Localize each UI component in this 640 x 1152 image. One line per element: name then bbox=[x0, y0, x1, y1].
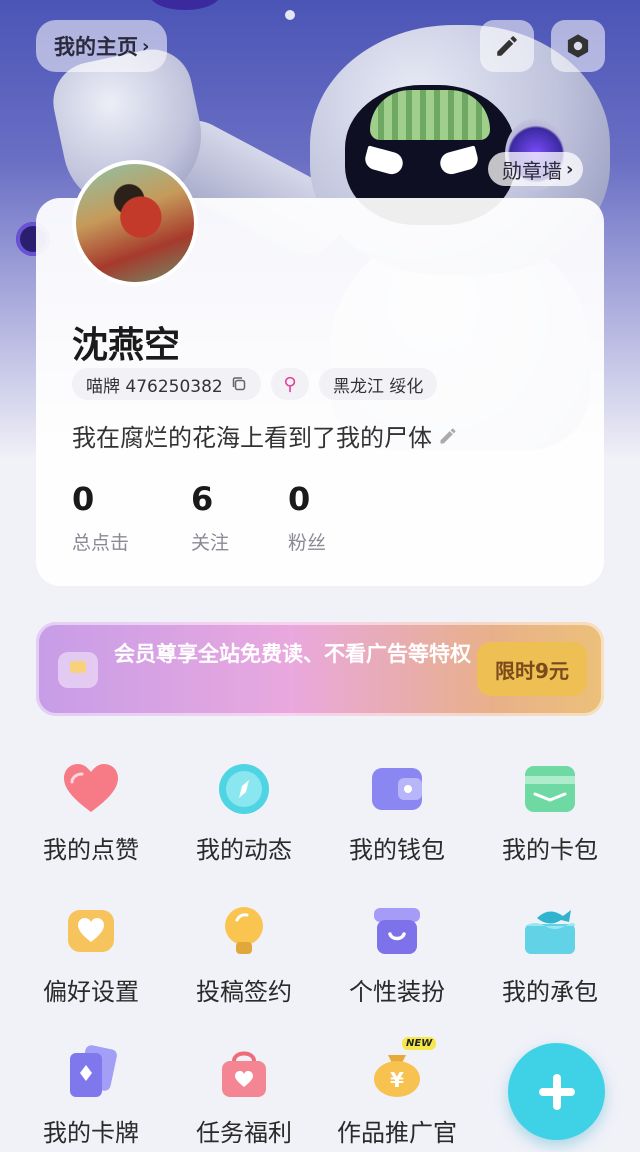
medal-wall-button[interactable]: 勋章墙 › bbox=[488, 152, 584, 186]
menu-item-personal-dressup[interactable]: 个性装扮 bbox=[327, 904, 467, 1007]
copy-icon[interactable] bbox=[231, 376, 247, 392]
bio[interactable]: 我在腐烂的花海上看到了我的尸体 bbox=[72, 418, 458, 453]
menu-item-label: 我的卡包 bbox=[502, 836, 598, 864]
menu-item-label: 投稿签约 bbox=[196, 978, 292, 1006]
menu-item-my-contracts[interactable]: 我的承包 bbox=[480, 904, 620, 1007]
plus-icon bbox=[538, 1073, 575, 1110]
stat-label: 总点击 bbox=[72, 532, 130, 554]
svg-text:¥: ¥ bbox=[390, 1068, 404, 1092]
my-homepage-button[interactable]: 我的主页 › bbox=[36, 20, 168, 72]
vip-promo-text: 会员尊享全站免费读、不看广告等特权 bbox=[114, 642, 471, 666]
playing-card-icon bbox=[62, 1045, 120, 1099]
menu-item-my-card-pack[interactable]: 我的卡包 bbox=[480, 762, 620, 865]
avatar[interactable] bbox=[72, 160, 198, 286]
new-badge: NEW bbox=[402, 1037, 437, 1050]
my-homepage-label: 我的主页 bbox=[54, 35, 138, 59]
vip-crown-icon bbox=[58, 652, 98, 688]
stat-value: 0 bbox=[72, 480, 95, 518]
user-id-chip[interactable]: 喵牌 476250382 bbox=[72, 368, 261, 400]
location-text: 黑龙江 绥化 bbox=[333, 376, 424, 397]
settings-button[interactable] bbox=[551, 20, 605, 72]
chevron-right-icon: › bbox=[566, 158, 574, 180]
female-icon: ⚲ bbox=[283, 373, 297, 395]
user-id-text: 喵牌 476250382 bbox=[86, 376, 223, 397]
menu-item-label: 我的承包 bbox=[502, 978, 598, 1006]
menu-item-label: 偏好设置 bbox=[43, 978, 139, 1006]
stat-total-clicks[interactable]: 0 总点击 bbox=[72, 480, 129, 555]
menu-item-my-wallet[interactable]: 我的钱包 bbox=[327, 762, 467, 865]
stat-value: 6 bbox=[191, 480, 214, 518]
wallet-icon bbox=[368, 762, 426, 816]
stat-label: 关注 bbox=[191, 532, 230, 554]
menu-item-label: 个性装扮 bbox=[349, 978, 445, 1006]
vip-banner[interactable]: 会员尊享全站免费读、不看广告等特权 限时9元 bbox=[36, 622, 604, 716]
gift-bag-icon bbox=[215, 1045, 273, 1099]
gender-chip: ⚲ bbox=[271, 368, 309, 400]
add-button[interactable] bbox=[508, 1043, 605, 1140]
heart-icon bbox=[62, 762, 120, 816]
menu-item-my-posts[interactable]: 我的动态 bbox=[174, 762, 314, 865]
menu-item-submission-contract[interactable]: 投稿签约 bbox=[174, 904, 314, 1007]
menu-item-preferences[interactable]: 偏好设置 bbox=[21, 904, 161, 1007]
edit-profile-button[interactable] bbox=[480, 20, 534, 72]
username: 沈燕空 bbox=[72, 325, 181, 366]
pencil-icon[interactable] bbox=[438, 426, 458, 446]
planet-decoration bbox=[150, 0, 220, 10]
menu-item-work-promoter[interactable]: ¥ NEW 作品推广官 bbox=[327, 1037, 467, 1148]
money-bag-icon: ¥ NEW bbox=[368, 1037, 437, 1099]
chevron-right-icon: › bbox=[142, 35, 150, 57]
menu-item-my-likes[interactable]: 我的点赞 bbox=[21, 762, 161, 865]
pencil-icon bbox=[497, 36, 517, 56]
location-chip: 黑龙江 绥化 bbox=[319, 368, 438, 400]
gear-icon bbox=[567, 34, 589, 58]
lightbulb-icon bbox=[215, 904, 273, 958]
menu-item-task-rewards[interactable]: 任务福利 bbox=[174, 1045, 314, 1148]
compass-icon bbox=[215, 762, 273, 816]
astronaut-hair bbox=[370, 90, 490, 140]
stat-value: 0 bbox=[288, 480, 311, 518]
medal-wall-label: 勋章墙 bbox=[502, 158, 562, 183]
stat-following[interactable]: 6 关注 bbox=[191, 480, 229, 555]
menu-item-label: 我的钱包 bbox=[349, 836, 445, 864]
bio-text: 我在腐烂的花海上看到了我的尸体 bbox=[72, 424, 432, 452]
card-pack-icon bbox=[521, 762, 579, 816]
shop-icon bbox=[368, 904, 426, 958]
vip-limited-offer-button[interactable]: 限时9元 bbox=[477, 642, 587, 696]
menu-item-my-cards[interactable]: 我的卡牌 bbox=[21, 1045, 161, 1148]
stat-label: 粉丝 bbox=[288, 532, 327, 554]
preference-icon bbox=[62, 904, 120, 958]
menu-item-label: 我的卡牌 bbox=[43, 1119, 139, 1147]
star-decoration bbox=[285, 10, 295, 20]
menu-item-label: 作品推广官 bbox=[337, 1119, 457, 1147]
menu-item-label: 我的点赞 bbox=[43, 836, 139, 864]
menu-item-label: 任务福利 bbox=[196, 1119, 292, 1147]
menu-item-label: 我的动态 bbox=[196, 836, 292, 864]
fish-tank-icon bbox=[521, 904, 579, 958]
stat-followers[interactable]: 0 粉丝 bbox=[288, 480, 326, 555]
